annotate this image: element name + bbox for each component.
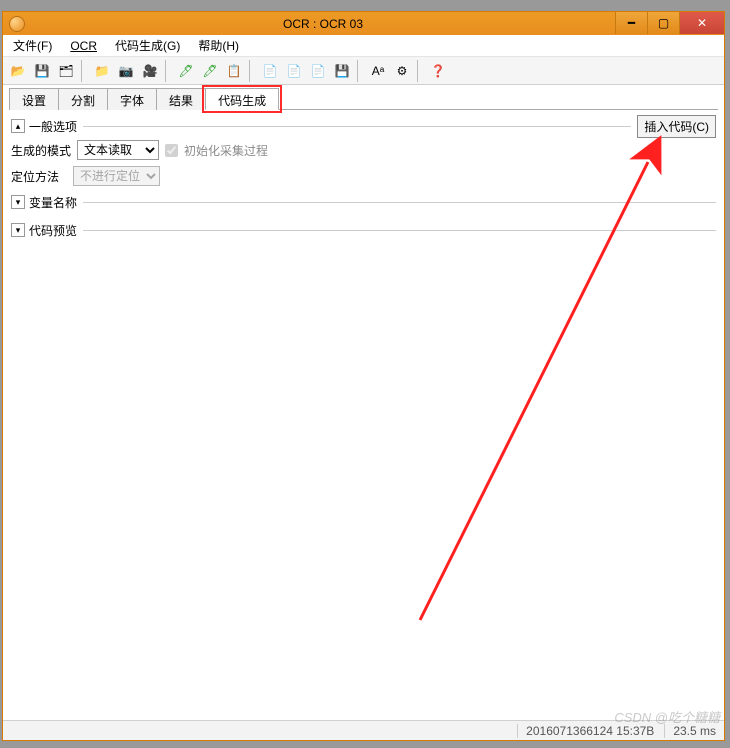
gen-mode-label: 生成的模式 [11, 142, 71, 159]
toolbar-separator [81, 60, 87, 82]
tab-0[interactable]: 设置 [9, 88, 59, 110]
menu-file[interactable]: 文件(F) [7, 35, 58, 56]
collapse-general-icon[interactable]: ▴ [11, 119, 25, 133]
disk-icon[interactable]: 💾 [331, 60, 353, 82]
divider [83, 126, 631, 127]
close-button[interactable]: ✕ [679, 12, 724, 34]
camera-icon[interactable]: 📷 [115, 60, 137, 82]
toolbar-separator [417, 60, 423, 82]
codegen-pane: ▴ 一般选项 插入代码(C) 生成的模式 文本读取 初始化采集过程 定位方法 不… [9, 110, 718, 246]
maximize-button[interactable]: ▢ [647, 12, 679, 34]
statusbar: 2016071366124 15:37B 23.5 ms [3, 720, 724, 740]
open-icon[interactable]: 📂 [7, 60, 29, 82]
doc-b-icon[interactable]: 📄 [307, 60, 329, 82]
menu-codegen[interactable]: 代码生成(G) [109, 35, 186, 56]
wand1-icon[interactable]: 🖊 [175, 60, 197, 82]
tabstrip: 设置分割字体结果代码生成 [9, 87, 718, 110]
save-all-icon[interactable]: 🗂 [55, 60, 77, 82]
group-preview-label: 代码预览 [29, 222, 77, 239]
tab-3[interactable]: 结果 [156, 88, 206, 110]
row-gen-mode: 生成的模式 文本读取 初始化采集过程 [11, 138, 716, 162]
divider [83, 230, 716, 231]
tab-1[interactable]: 分割 [58, 88, 108, 110]
font-icon[interactable]: Aᵃ [367, 60, 389, 82]
collapse-preview-icon[interactable]: ▾ [11, 223, 25, 237]
insert-code-button[interactable]: 插入代码(C) [637, 115, 716, 138]
minimize-button[interactable]: ━ [615, 12, 647, 34]
group-general-label: 一般选项 [29, 118, 77, 135]
record-icon[interactable]: 🎥 [139, 60, 161, 82]
group-varnames: ▾ 变量名称 [11, 192, 716, 212]
group-preview: ▾ 代码预览 [11, 220, 716, 240]
init-capture-label: 初始化采集过程 [184, 142, 268, 159]
gen-mode-select[interactable]: 文本读取 [77, 140, 159, 160]
locate-label: 定位方法 [11, 168, 67, 185]
status-timestamp: 2016071366124 15:37B [517, 724, 654, 738]
menu-ocr[interactable]: OCR [64, 37, 103, 55]
menubar: 文件(F) OCR 代码生成(G) 帮助(H) [3, 35, 724, 57]
help-icon[interactable]: ❓ [427, 60, 449, 82]
paste-icon[interactable]: 📋 [223, 60, 245, 82]
content-area: 设置分割字体结果代码生成 ▴ 一般选项 插入代码(C) 生成的模式 文本读取 初… [3, 85, 724, 720]
window-buttons: ━ ▢ ✕ [615, 12, 724, 35]
gears-icon[interactable]: ⚙ [391, 60, 413, 82]
tab-2[interactable]: 字体 [107, 88, 157, 110]
titlebar[interactable]: OCR : OCR 03 ━ ▢ ✕ [3, 12, 724, 35]
locate-select: 不进行定位 [73, 166, 160, 186]
menu-help[interactable]: 帮助(H) [192, 35, 245, 56]
init-capture-checkbox [165, 144, 178, 157]
save-icon[interactable]: 💾 [31, 60, 53, 82]
row-locate: 定位方法 不进行定位 [11, 164, 716, 188]
window-title: OCR : OCR 03 [31, 17, 615, 31]
app-window: OCR : OCR 03 ━ ▢ ✕ 文件(F) OCR 代码生成(G) 帮助(… [2, 11, 725, 741]
collapse-varnames-icon[interactable]: ▾ [11, 195, 25, 209]
open-image-icon[interactable]: 📁 [91, 60, 113, 82]
doc-a-icon[interactable]: 📄 [283, 60, 305, 82]
toolbar-separator [249, 60, 255, 82]
toolbar: 📂💾🗂📁📷🎥🖊🖊📋📄📄📄💾Aᵃ⚙❓ [3, 57, 724, 85]
group-varnames-label: 变量名称 [29, 194, 77, 211]
toolbar-separator [165, 60, 171, 82]
wand2-icon[interactable]: 🖊 [199, 60, 221, 82]
status-timing: 23.5 ms [664, 724, 716, 738]
divider [83, 202, 716, 203]
tab-4[interactable]: 代码生成 [205, 88, 279, 110]
template-icon[interactable]: 📄 [259, 60, 281, 82]
app-icon [9, 16, 25, 32]
group-general: ▴ 一般选项 插入代码(C) [11, 116, 716, 136]
toolbar-separator [357, 60, 363, 82]
